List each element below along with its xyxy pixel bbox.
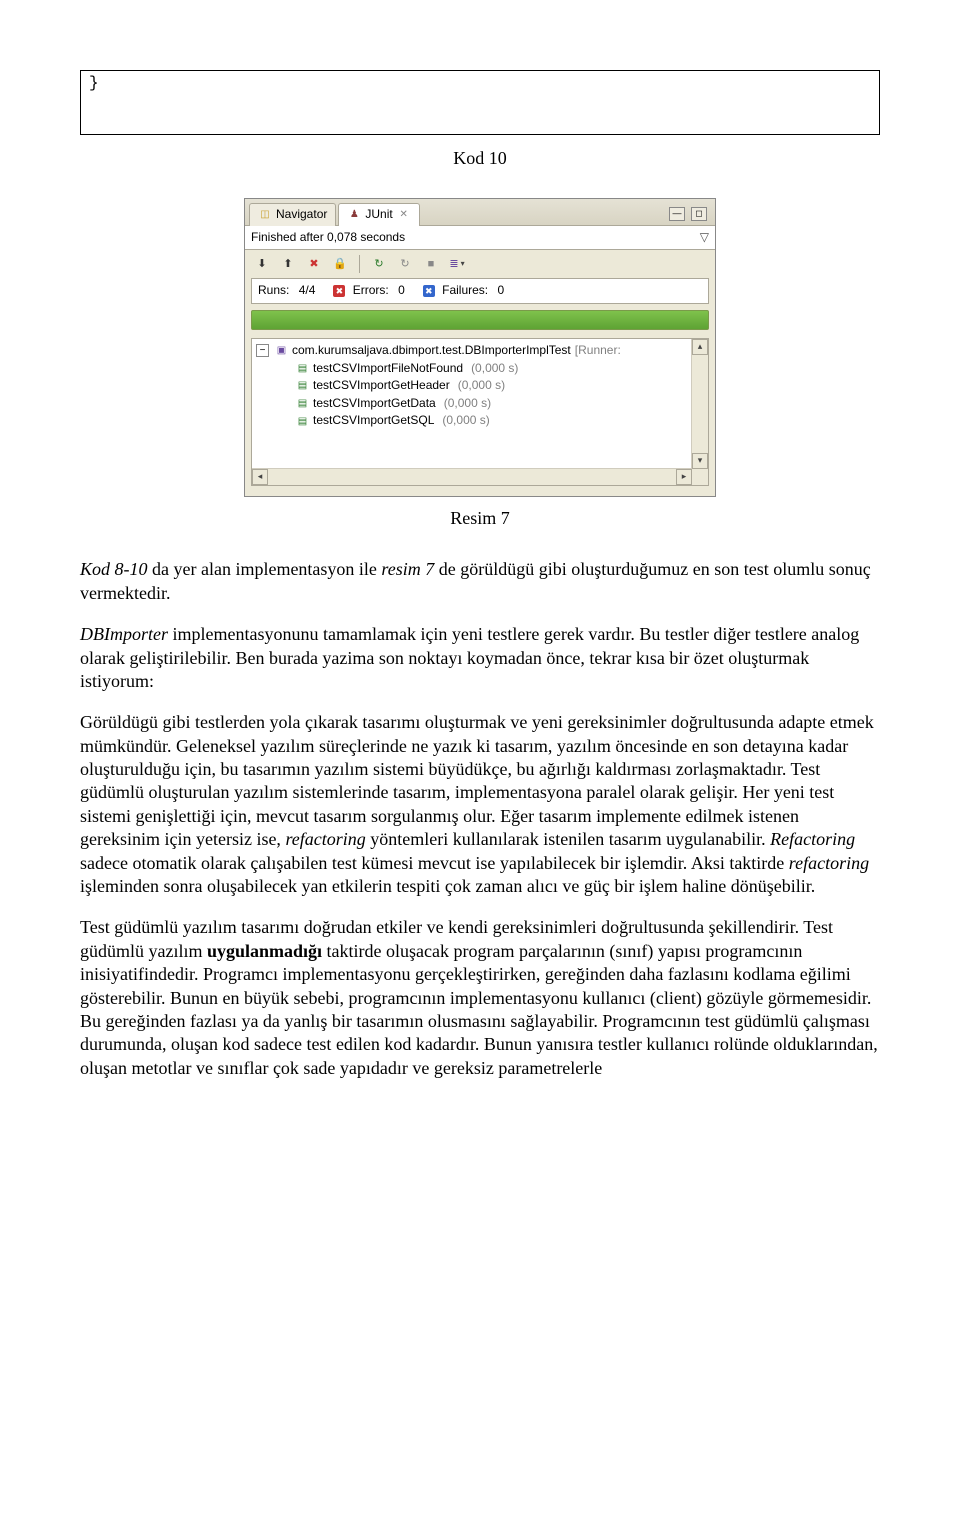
maximize-button[interactable]: ◻ (691, 207, 707, 221)
failure-icon: ✖ (423, 285, 435, 297)
image-caption: Resim 7 (80, 507, 880, 530)
failures-group: ✖ Failures: 0 (423, 283, 504, 299)
show-failures-icon[interactable]: ✖ (303, 253, 325, 275)
tab-junit[interactable]: ♟ JUnit ✕ (338, 203, 419, 226)
stop-icon[interactable]: ■ (420, 253, 442, 275)
test-name: testCSVImportGetData (313, 396, 436, 412)
test-pass-icon: ▤ (296, 415, 309, 428)
tabs-row: ◫ Navigator ♟ JUnit ✕ — ◻ (245, 199, 715, 226)
suite-icon: ▣ (275, 344, 288, 357)
test-name: testCSVImportFileNotFound (313, 361, 463, 377)
tree-item[interactable]: ▤ testCSVImportGetHeader (0,000 s) (254, 377, 706, 395)
paragraph-tdd: Test güdümlü yazılım tasarımı doğrudan e… (80, 916, 880, 1080)
close-icon[interactable]: ✕ (397, 208, 411, 222)
junit-screenshot: ◫ Navigator ♟ JUnit ✕ — ◻ Finished after… (80, 198, 880, 497)
prev-failure-icon[interactable]: ⬆ (277, 253, 299, 275)
root-suffix: [Runner: (575, 343, 621, 359)
test-time: (0,000 s) (442, 413, 489, 429)
tab-label: Navigator (276, 207, 327, 223)
error-icon: ✖ (333, 285, 345, 297)
scroll-left-icon[interactable]: ◂ (252, 469, 268, 485)
errors-group: ✖ Errors: 0 (333, 283, 404, 299)
history-icon[interactable]: ≣ (446, 253, 468, 275)
test-time: (0,000 s) (458, 378, 505, 394)
tree-item[interactable]: ▤ testCSVImportGetSQL (0,000 s) (254, 412, 706, 430)
window-controls: — ◻ (669, 207, 711, 225)
scroll-lock-icon[interactable]: 🔒 (329, 253, 351, 275)
dropdown-chevron-icon[interactable]: ▽ (700, 230, 709, 246)
test-pass-icon: ▤ (296, 379, 309, 392)
rerun-failed-icon[interactable]: ↻ (394, 253, 416, 275)
tab-navigator[interactable]: ◫ Navigator (249, 203, 336, 226)
next-failure-icon[interactable]: ⬇ (251, 253, 273, 275)
minimize-button[interactable]: — (669, 207, 685, 221)
collapse-icon[interactable]: − (256, 344, 269, 357)
scroll-right-icon[interactable]: ▸ (676, 469, 692, 485)
test-time: (0,000 s) (471, 361, 518, 377)
code-text: } (89, 74, 99, 92)
tree-item[interactable]: ▤ testCSVImportGetData (0,000 s) (254, 395, 706, 413)
runs-group: Runs: 4/4 (258, 283, 315, 299)
test-name: testCSVImportGetHeader (313, 378, 450, 394)
test-pass-icon: ▤ (296, 397, 309, 410)
junit-icon: ♟ (347, 208, 361, 222)
status-text: Finished after 0,078 seconds (251, 230, 405, 246)
status-row: Finished after 0,078 seconds ▽ (245, 226, 715, 251)
junit-panel: ◫ Navigator ♟ JUnit ✕ — ◻ Finished after… (244, 198, 716, 497)
code-caption: Kod 10 (80, 147, 880, 170)
test-name: testCSVImportGetSQL (313, 413, 434, 429)
horizontal-scrollbar[interactable]: ◂ ▸ (252, 468, 692, 485)
navigator-icon: ◫ (258, 208, 272, 222)
code-block: } (80, 70, 880, 135)
tree-item[interactable]: ▤ testCSVImportFileNotFound (0,000 s) (254, 360, 706, 378)
toolbar-separator (359, 255, 360, 273)
scroll-up-icon[interactable]: ▴ (692, 339, 708, 355)
counts-row: Runs: 4/4 ✖ Errors: 0 ✖ Failures: 0 (251, 278, 709, 304)
paragraph-summary: Görüldügü gibi testlerden yola çıkarak t… (80, 711, 880, 898)
toolbar: ⬇ ⬆ ✖ 🔒 ↻ ↻ ■ ≣ (245, 250, 715, 278)
scroll-down-icon[interactable]: ▾ (692, 453, 708, 469)
test-pass-icon: ▤ (296, 362, 309, 375)
progress-bar (251, 310, 709, 330)
vertical-scrollbar[interactable]: ▴ ▾ (691, 339, 708, 485)
paragraph-dbimporter: DBImporter implementasyonunu tamamlamak … (80, 623, 880, 693)
test-time: (0,000 s) (444, 396, 491, 412)
paragraph-intro: Kod 8-10 da yer alan implementasyon ile … (80, 558, 880, 605)
tree-root[interactable]: − ▣ com.kurumsaljava.dbimport.test.DBImp… (254, 342, 706, 360)
rerun-icon[interactable]: ↻ (368, 253, 390, 275)
tab-label: JUnit (365, 207, 392, 223)
test-tree: − ▣ com.kurumsaljava.dbimport.test.DBImp… (251, 338, 709, 486)
root-name: com.kurumsaljava.dbimport.test.DBImporte… (292, 343, 571, 359)
